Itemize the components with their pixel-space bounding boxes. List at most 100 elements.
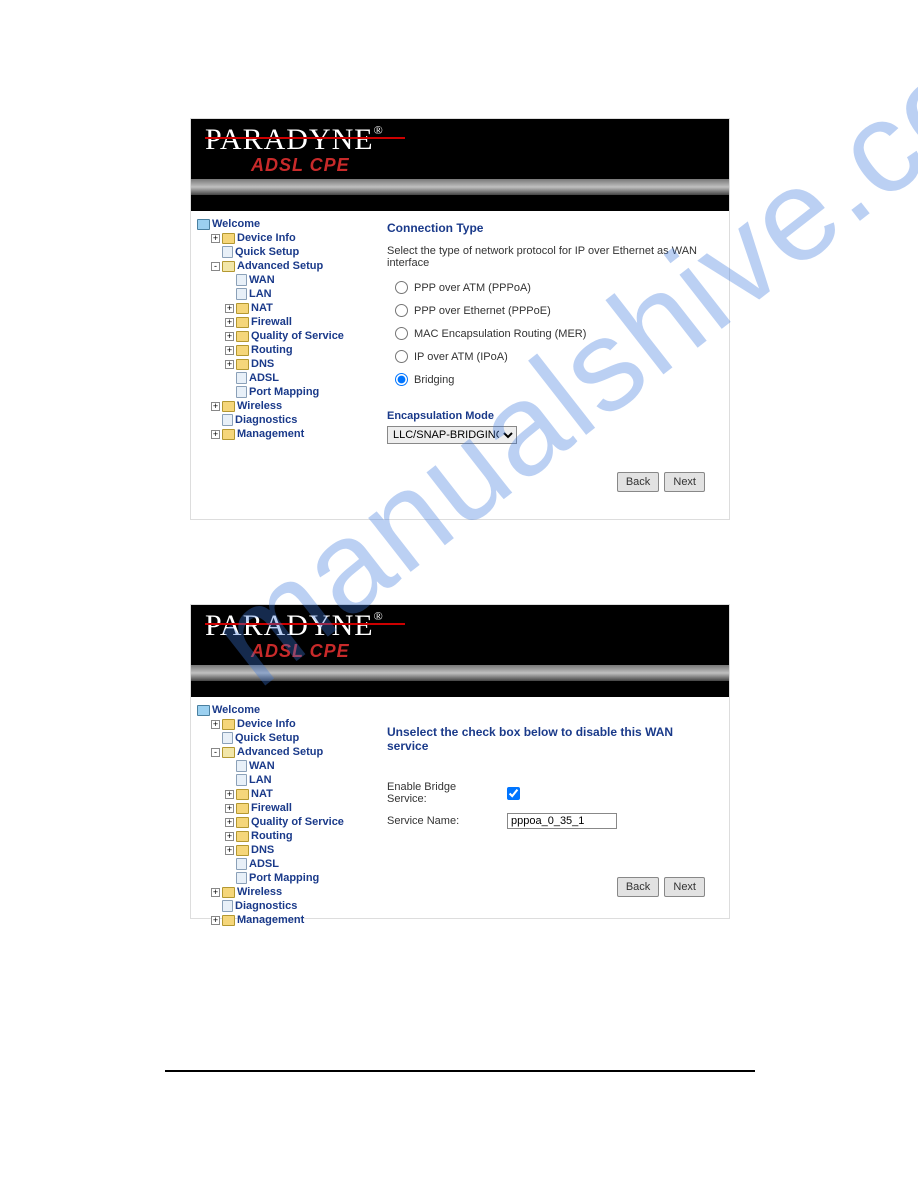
expand-icon[interactable]: + bbox=[225, 346, 234, 355]
expand-icon[interactable]: + bbox=[225, 790, 234, 799]
description-text: Select the type of network protocol for … bbox=[387, 245, 713, 269]
tree-item-routing[interactable]: + Routing bbox=[225, 343, 377, 357]
service-name-input[interactable] bbox=[507, 813, 617, 829]
radio-label: PPP over ATM (PPPoA) bbox=[414, 282, 531, 294]
back-button[interactable]: Back bbox=[617, 472, 659, 492]
radio-mac-encapsulation-routing-mer-[interactable] bbox=[395, 327, 408, 340]
back-button[interactable]: Back bbox=[617, 877, 659, 897]
tree-item-quality-of-service[interactable]: +Quality of Service bbox=[225, 329, 377, 343]
tree-item-label: NAT bbox=[251, 301, 273, 315]
tree-item-wan[interactable]: WAN bbox=[225, 273, 377, 287]
folder-icon bbox=[222, 719, 235, 730]
tree-item-wireless[interactable]: +Wireless bbox=[211, 885, 377, 899]
tree-item-diagnostics[interactable]: Diagnostics bbox=[211, 899, 377, 913]
folder-icon bbox=[236, 331, 249, 342]
tree-item-label: NAT bbox=[251, 787, 273, 801]
tree-item-port-mapping[interactable]: Port Mapping bbox=[225, 385, 377, 399]
expand-icon[interactable]: - bbox=[211, 748, 220, 757]
tree-item-management[interactable]: +Management bbox=[211, 913, 377, 927]
folder-icon bbox=[236, 359, 249, 370]
header-bar: PARADYNE® ADSL CPE bbox=[191, 119, 729, 179]
radio-ppp-over-ethernet-pppoe-[interactable] bbox=[395, 304, 408, 317]
expand-icon[interactable]: + bbox=[211, 916, 220, 925]
tree-item-firewall[interactable]: +Firewall bbox=[225, 801, 377, 815]
tree-item-wan[interactable]: WAN bbox=[225, 759, 377, 773]
tree-item-label: Quality of Service bbox=[251, 815, 344, 829]
expand-icon[interactable]: + bbox=[211, 430, 220, 439]
expand-icon[interactable]: + bbox=[225, 804, 234, 813]
tree-spacer bbox=[225, 290, 234, 299]
tree-root[interactable]: Welcome bbox=[197, 217, 377, 231]
expand-icon[interactable]: + bbox=[211, 888, 220, 897]
tree-item-nat[interactable]: + NAT bbox=[225, 787, 377, 801]
expand-icon[interactable]: + bbox=[225, 318, 234, 327]
tree-item-label: ADSL bbox=[249, 371, 279, 385]
tree-item-label: Routing bbox=[251, 343, 293, 357]
radio-ppp-over-atm-pppoa-[interactable] bbox=[395, 281, 408, 294]
brand-sub: ADSL CPE bbox=[251, 155, 350, 176]
tree-item-wireless[interactable]: + Wireless bbox=[211, 399, 377, 413]
brand-reg: ® bbox=[374, 123, 384, 137]
tree-spacer bbox=[225, 374, 234, 383]
tree-item-nat[interactable]: + NAT bbox=[225, 301, 377, 315]
brand-logo: PARADYNE® bbox=[205, 123, 384, 157]
tree-item-label: ADSL bbox=[249, 857, 279, 871]
page-icon bbox=[222, 246, 233, 258]
tree-root[interactable]: Welcome bbox=[197, 703, 377, 717]
tree-item-dns[interactable]: +DNS bbox=[225, 843, 377, 857]
tree-item-adsl[interactable]: ADSL bbox=[225, 857, 377, 871]
tree-item-dns[interactable]: +DNS bbox=[225, 357, 377, 371]
radio-bridging[interactable] bbox=[395, 373, 408, 386]
expand-icon[interactable]: + bbox=[211, 720, 220, 729]
encap-mode-select[interactable]: LLC/SNAP-BRIDGING bbox=[387, 426, 517, 444]
tree-item-label: Wireless bbox=[237, 399, 282, 413]
enable-bridge-checkbox[interactable] bbox=[507, 787, 520, 800]
expand-icon[interactable]: + bbox=[211, 234, 220, 243]
tree-item-management[interactable]: + Management bbox=[211, 427, 377, 441]
tree-item-quality-of-service[interactable]: + Quality of Service bbox=[225, 815, 377, 829]
page-icon bbox=[222, 414, 233, 426]
tree-item-quick-setup[interactable]: Quick Setup bbox=[211, 731, 377, 745]
tree-item-quick-setup[interactable]: Quick Setup bbox=[211, 245, 377, 259]
expand-icon[interactable]: + bbox=[225, 846, 234, 855]
tree-item-label: Management bbox=[237, 427, 304, 441]
radio-ip-over-atm-ipoa-[interactable] bbox=[395, 350, 408, 363]
folder-icon bbox=[222, 915, 235, 926]
expand-icon[interactable]: + bbox=[225, 304, 234, 313]
page-icon bbox=[236, 858, 247, 870]
tree-item-routing[interactable]: +Routing bbox=[225, 829, 377, 843]
page-icon bbox=[236, 386, 247, 398]
expand-icon[interactable]: + bbox=[225, 818, 234, 827]
tree-item-lan[interactable]: LAN bbox=[225, 773, 377, 787]
tree-item-adsl[interactable]: ADSL bbox=[225, 371, 377, 385]
tree-item-firewall[interactable]: +Firewall bbox=[225, 315, 377, 329]
header-bar: PARADYNE® ADSL CPE bbox=[191, 605, 729, 665]
radio-label: IP over ATM (IPoA) bbox=[414, 351, 508, 363]
tree-item-port-mapping[interactable]: Port Mapping bbox=[225, 871, 377, 885]
next-button[interactable]: Next bbox=[664, 472, 705, 492]
tree-item-label: Diagnostics bbox=[235, 413, 297, 427]
expand-icon[interactable]: + bbox=[225, 332, 234, 341]
header-gradient bbox=[191, 665, 729, 681]
expand-icon[interactable]: + bbox=[211, 402, 220, 411]
footer-rule bbox=[165, 1070, 755, 1072]
folder-open-icon bbox=[222, 261, 235, 272]
tree-item-diagnostics[interactable]: Diagnostics bbox=[211, 413, 377, 427]
brand-name: PARADYNE bbox=[205, 123, 374, 156]
tree-item-device-info[interactable]: +Device Info bbox=[211, 231, 377, 245]
expand-icon[interactable]: + bbox=[225, 832, 234, 841]
tree-spacer bbox=[225, 388, 234, 397]
tree-item-device-info[interactable]: + Device Info bbox=[211, 717, 377, 731]
next-button[interactable]: Next bbox=[664, 877, 705, 897]
expand-icon[interactable]: - bbox=[211, 262, 220, 271]
tree-item-label: Quick Setup bbox=[235, 245, 299, 259]
tree-item-label: Device Info bbox=[237, 717, 296, 731]
encap-mode-label: Encapsulation Mode bbox=[387, 410, 713, 422]
tree-item-lan[interactable]: LAN bbox=[225, 287, 377, 301]
expand-icon[interactable]: + bbox=[225, 360, 234, 369]
tree-item-label: LAN bbox=[249, 773, 272, 787]
tree-root-label: Welcome bbox=[212, 217, 260, 231]
tree-item-advanced-setup[interactable]: -Advanced Setup bbox=[211, 745, 377, 759]
tree-item-advanced-setup[interactable]: - Advanced Setup bbox=[211, 259, 377, 273]
tree-item-label: Advanced Setup bbox=[237, 259, 323, 273]
